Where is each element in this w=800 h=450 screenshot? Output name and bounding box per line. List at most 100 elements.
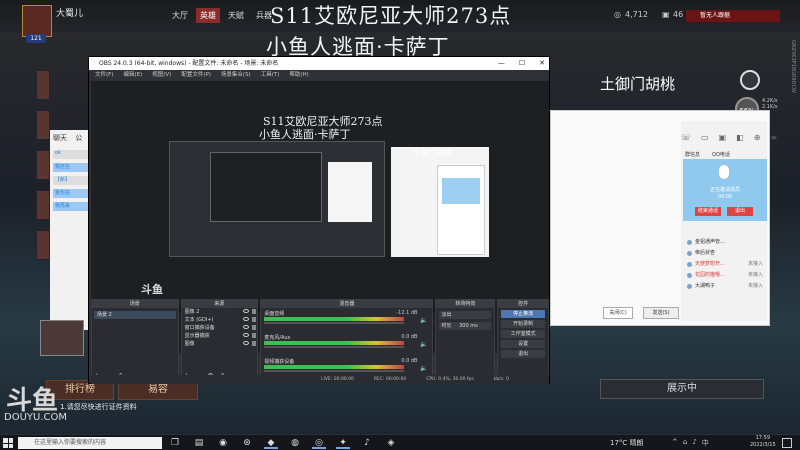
source-item[interactable]: 图像 2: [182, 308, 258, 316]
source-item[interactable]: 显示器捕获: [182, 332, 258, 340]
friend-avatar[interactable]: [36, 150, 50, 180]
network-icon[interactable]: ⌂: [683, 438, 687, 448]
exit-button[interactable]: 退出: [501, 350, 545, 358]
scene-item[interactable]: 场景 2: [94, 311, 176, 319]
music-icon[interactable]: ♪: [360, 437, 374, 449]
settings-button[interactable]: 设置: [501, 340, 545, 348]
notification-icon[interactable]: [782, 438, 792, 448]
display-button[interactable]: 展示中: [600, 379, 764, 399]
volume-icon[interactable]: ♪: [692, 438, 696, 448]
notice-banner[interactable]: 暂无人跟据: [686, 10, 780, 22]
stop-streaming-button[interactable]: 停止推流: [501, 310, 545, 318]
member-name: 帝后状杏: [695, 250, 716, 256]
game-client-icon[interactable]: ◆: [264, 437, 278, 449]
nav-item-heroes[interactable]: 英雄: [196, 8, 220, 23]
qq-icon[interactable]: ✦: [336, 437, 350, 449]
screen-icon[interactable]: ▣: [719, 133, 727, 142]
menu-tools[interactable]: 工具(T): [261, 70, 280, 80]
start-recording-button[interactable]: 开始录制: [501, 320, 545, 328]
taskbar-clock[interactable]: 17:59 2022/3/15: [750, 435, 776, 449]
source-item[interactable]: 窗口捕获设备: [182, 324, 258, 332]
lock-icon[interactable]: [252, 333, 257, 338]
lock-icon[interactable]: [252, 317, 257, 322]
menu-file[interactable]: 文件(F): [95, 70, 113, 80]
window-controls: — ☐ ✕: [498, 57, 545, 70]
eye-icon[interactable]: [243, 325, 250, 329]
list-item[interactable]: 花园的猫哦... 未接入: [687, 270, 765, 281]
friend-avatar[interactable]: [36, 70, 50, 100]
menu-help[interactable]: 帮助(H): [289, 70, 308, 80]
exit-call-button[interactable]: 退出: [727, 207, 753, 216]
qq-send-button[interactable]: 发送(S): [643, 307, 679, 319]
friend-avatar[interactable]: [36, 110, 50, 140]
video-icon[interactable]: ▭: [701, 133, 709, 142]
list-item[interactable]: 帝后状杏: [687, 248, 765, 259]
taskbar-weather[interactable]: 17°C 晴朗: [610, 438, 644, 448]
friend-avatar[interactable]: [36, 190, 50, 220]
obs-title-bar[interactable]: OBS 24.0.3 (64-bit, windows) - 配置文件: 未命名…: [89, 57, 549, 70]
source-item[interactable]: 文本 (GDI+): [182, 316, 258, 324]
add-icon[interactable]: ⊕: [754, 133, 761, 142]
eye-icon[interactable]: [243, 333, 250, 337]
transition-select[interactable]: 淡出: [439, 311, 492, 319]
task-view-icon[interactable]: ❐: [168, 437, 182, 449]
stream-title-line1: S11艾欧尼亚大师273点: [270, 4, 512, 28]
speaker-icon[interactable]: 🔈: [420, 341, 427, 348]
eye-icon[interactable]: [243, 309, 250, 313]
eye-icon[interactable]: [243, 317, 250, 321]
lock-icon[interactable]: [252, 309, 257, 314]
preview-title-line2: 小鱼人逃面·卡萨丁: [259, 128, 351, 141]
list-item[interactable]: 大湖鸭子 未接入: [687, 281, 765, 292]
clock-time: 17:59: [755, 435, 771, 441]
lock-icon[interactable]: [252, 341, 257, 346]
menu-profile[interactable]: 配置文件(P): [181, 70, 211, 80]
minimize-icon[interactable]: —: [498, 57, 505, 70]
menu-scene-collection[interactable]: 场景集合(S): [221, 70, 251, 80]
menu-icon[interactable]: ≡: [770, 133, 777, 142]
clock-date: 2022/3/15: [750, 442, 776, 448]
obs-icon[interactable]: ◎: [312, 437, 326, 449]
transitions-dock-header: 转场特效: [436, 300, 495, 308]
speaker-icon[interactable]: 🔈: [420, 365, 427, 372]
player-name: 大蜀儿: [56, 9, 84, 19]
list-item[interactable]: 金铝通声管...: [687, 237, 765, 248]
menu-view[interactable]: 视图(V): [152, 70, 171, 80]
lock-icon[interactable]: [252, 325, 257, 330]
nav-item-lobby[interactable]: 大厅: [168, 8, 192, 23]
nav-item-talent[interactable]: 天赋: [224, 8, 248, 23]
tab-qq-call[interactable]: QQ电话: [712, 151, 730, 158]
net-speed: 4.2K/s 2.1K/s: [762, 98, 778, 110]
list-item[interactable]: 天使梦想开... 未接入: [687, 259, 765, 270]
ime-icon[interactable]: 中: [702, 438, 709, 448]
steam-icon[interactable]: ⊛: [240, 437, 254, 449]
close-icon[interactable]: ✕: [539, 57, 545, 70]
hangup-button[interactable]: 结束通话: [695, 207, 721, 216]
transition-duration[interactable]: 时长 300 ms: [439, 322, 492, 330]
source-item[interactable]: 图像: [182, 340, 258, 348]
qq-member-list: 金铝通声管... 帝后状杏 天使梦想开... 未接入 花园的猫哦... 未接入 大湖…: [687, 237, 765, 292]
player-avatar[interactable]: [22, 5, 52, 37]
windows-taskbar: 在这里输入你要搜索的内容 ❐ ▤ ◉ ⊛ ◆ ◍ ◎ ✦ ♪ ◈ 17°C 晴朗…: [0, 434, 800, 450]
friend-avatar[interactable]: [36, 230, 50, 260]
edge-icon[interactable]: ◉: [216, 437, 230, 449]
douyu-icon[interactable]: ◈: [384, 437, 398, 449]
maximize-icon[interactable]: ☐: [519, 57, 525, 70]
file-explorer-icon[interactable]: ▤: [192, 437, 206, 449]
windows-start-icon[interactable]: [3, 438, 13, 448]
chrome-icon[interactable]: ◍: [288, 437, 302, 449]
chevron-up-icon[interactable]: ^: [672, 438, 678, 448]
transition-duration-label: 时长: [441, 323, 452, 329]
volume-slider[interactable]: [264, 370, 405, 372]
volume-slider[interactable]: [264, 322, 405, 324]
phone-icon[interactable]: ☏: [681, 133, 691, 142]
tab-group-info[interactable]: 群信息: [685, 151, 700, 158]
speaker-icon[interactable]: 🔈: [420, 317, 427, 324]
studio-mode-button[interactable]: 工作室模式: [501, 330, 545, 338]
app-icon[interactable]: ◧: [736, 133, 744, 142]
volume-slider[interactable]: [264, 346, 405, 348]
taskbar-search-input[interactable]: 在这里输入你要搜索的内容: [18, 437, 162, 449]
eye-icon[interactable]: [243, 341, 250, 345]
chat-header-label-2: 公: [75, 134, 83, 142]
menu-edit[interactable]: 编辑(E): [123, 70, 142, 80]
qq-close-button[interactable]: 关闭(C): [603, 307, 633, 319]
